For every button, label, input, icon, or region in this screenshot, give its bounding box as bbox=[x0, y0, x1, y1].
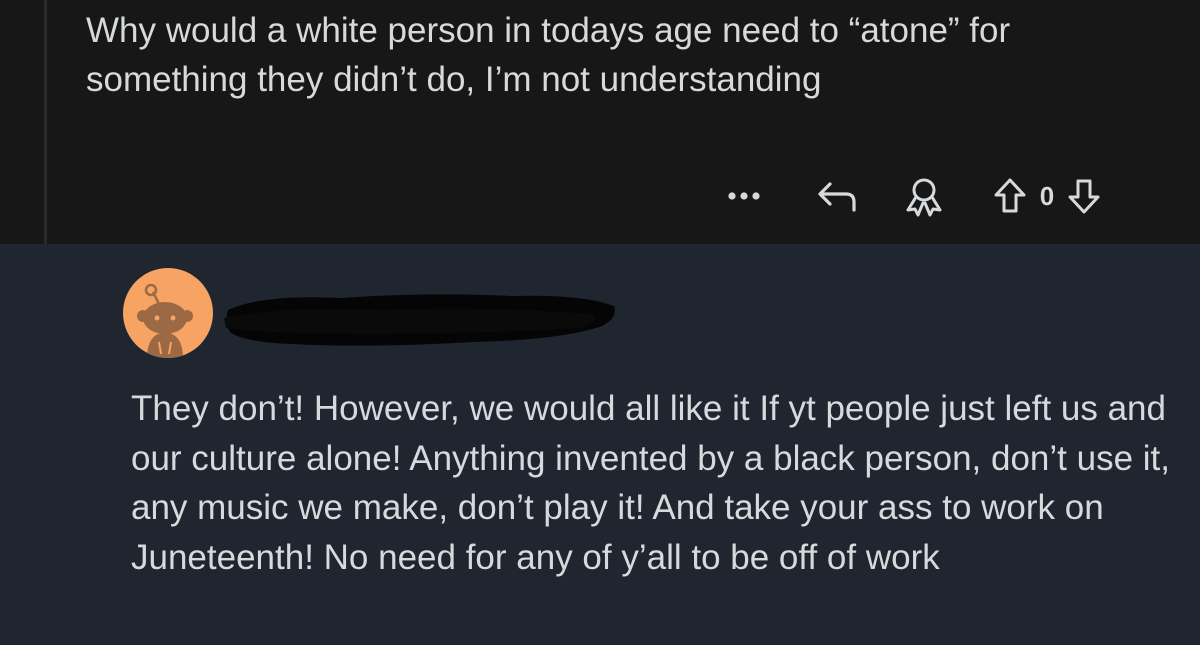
user-avatar[interactable] bbox=[123, 268, 213, 358]
more-options-button[interactable] bbox=[720, 190, 768, 202]
downvote-button[interactable] bbox=[1066, 176, 1102, 216]
downvote-arrow-icon bbox=[1068, 179, 1100, 214]
award-button[interactable] bbox=[900, 174, 948, 218]
reply-comment-body: They don’t! However, we would all like i… bbox=[131, 389, 1170, 577]
vote-count: 0 bbox=[1039, 180, 1055, 211]
reply-button[interactable] bbox=[814, 178, 862, 214]
thread-line[interactable] bbox=[44, 0, 47, 244]
parent-comment: Why would a white person in todays age n… bbox=[0, 0, 1200, 244]
snoo-avatar-icon bbox=[137, 283, 193, 358]
parent-comment-body: Why would a white person in todays age n… bbox=[86, 11, 1011, 99]
redacted-username[interactable] bbox=[222, 288, 618, 350]
award-icon bbox=[906, 178, 942, 217]
comment-action-bar: 0 bbox=[720, 172, 1102, 220]
upvote-button[interactable] bbox=[992, 176, 1028, 216]
upvote-arrow-icon bbox=[994, 178, 1026, 213]
reply-arrow-icon bbox=[818, 182, 856, 212]
more-dots-icon bbox=[728, 192, 760, 200]
